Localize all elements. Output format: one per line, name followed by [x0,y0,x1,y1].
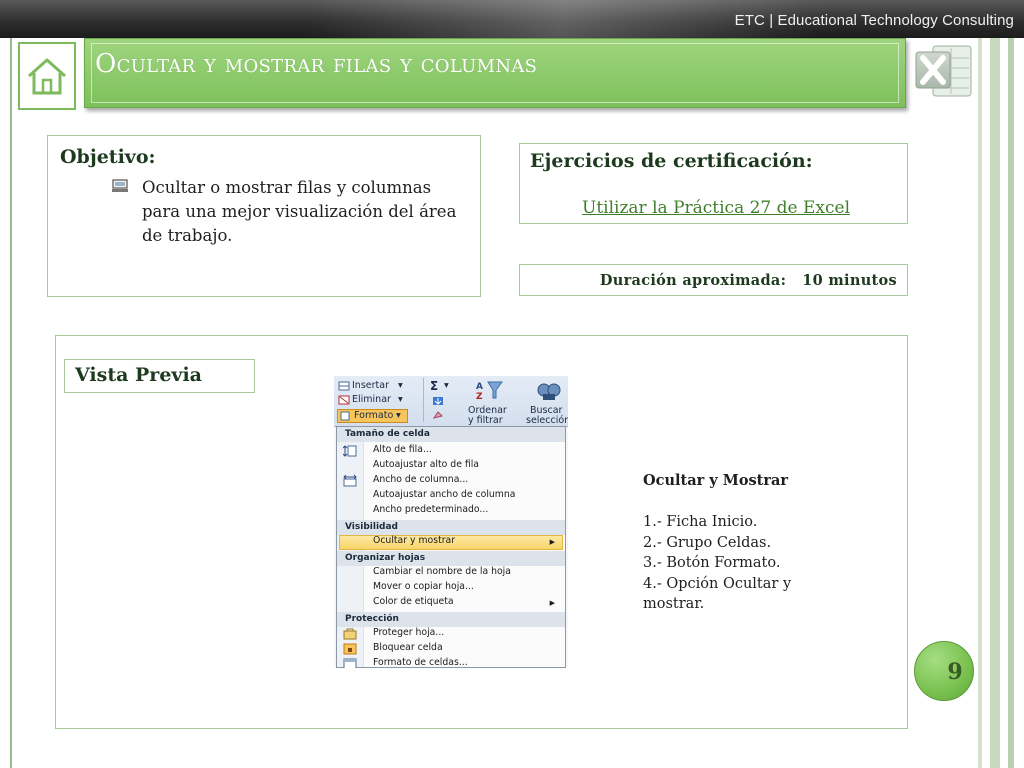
menu-item-ancho-columna[interactable]: Ancho de columna... [373,474,468,485]
menu-item-alto-fila[interactable]: Alto de fila... [373,444,432,455]
page-title: Ocultar y mostrar filas y columnas [95,49,538,79]
svg-text:Z: Z [476,392,483,401]
submenu-arrow-icon: ▶ [549,538,555,546]
objetivo-box: Objetivo: Ocultar o mostrar filas y colu… [47,135,481,297]
menu-item-ocultar-mostrar[interactable]: Ocultar y mostrar [373,535,455,546]
menu-item-mover-copiar[interactable]: Mover o copiar hoja... [373,581,474,592]
objetivo-heading: Objetivo: [60,146,156,168]
page-number-badge: 9 [914,641,974,701]
excel-logo-icon [915,45,972,97]
eliminar-label: Eliminar [352,394,391,405]
submenu-arrow-icon: ▶ [549,599,555,607]
vista-previa-label-box: Vista Previa [64,359,255,393]
fill-icon [433,397,443,405]
ejercicios-heading: Ejercicios de certificación: [530,150,813,172]
step-item: 3.- Botón Formato. [643,555,781,571]
home-button[interactable] [18,42,76,110]
steps-title: Ocultar y Mostrar [643,472,789,489]
menu-item-autoajustar-alto[interactable]: Autoajustar alto de fila [373,459,479,470]
lock-cell-icon [343,643,357,655]
left-border-line [10,38,12,768]
menu-section-header: Protección [337,612,565,627]
excel-format-menu-screenshot: Insertar ▾ Eliminar ▾ Formato ▾ Σ ▾ A Z … [334,376,568,668]
title-bar: Ocultar y mostrar filas y columnas [84,38,906,108]
formato-label: Formato [354,410,394,421]
menu-item-formato-celdas[interactable]: Formato de celdas... [373,657,468,668]
ribbon-cells-group: Insertar ▾ Eliminar ▾ Formato ▾ Σ ▾ A Z … [334,376,568,427]
menu-section-header: Organizar hojas [337,551,565,566]
practica-link[interactable]: Utilizar la Práctica 27 de Excel [582,198,850,218]
format-cells-dialog-icon [343,658,357,668]
menu-item-ancho-predeterminado[interactable]: Ancho predeterminado... [373,504,488,515]
protect-sheet-icon [343,628,357,640]
duracion-box: Duración aproximada: 10 minutos [519,264,908,296]
menu-item-bloquear-celda[interactable]: Bloquear celda [373,642,443,653]
sort-filter-icon: A Z [476,381,503,401]
duracion-text: Duración aproximada: 10 minutos [599,272,897,289]
home-icon [28,58,66,95]
page-number: 9 [947,659,963,685]
formato-dropdown-menu: Tamaño de celda Alto de fila... Autoajus… [336,426,566,668]
delete-cells-icon [338,395,350,405]
step-item: 4.- Opción Ocultar y mostrar. [643,575,792,613]
clear-icon [432,411,443,419]
row-height-icon [343,445,357,457]
insertar-label: Insertar [352,380,389,391]
format-cells-icon [340,411,350,421]
autosum-icon: Σ [430,379,439,393]
filtrar-label: y filtrar [468,415,503,426]
menu-item-cambiar-nombre[interactable]: Cambiar el nombre de la hoja [373,566,511,577]
computer-bullet-icon [112,179,128,192]
vista-previa-heading: Vista Previa [75,364,202,386]
svg-text:A: A [476,382,483,392]
brand-text: ETC | Educational Technology Consulting [734,12,1014,29]
menu-item-color-etiqueta[interactable]: Color de etiqueta [373,596,454,607]
menu-item-autoajustar-ancho[interactable]: Autoajustar ancho de columna [373,489,515,500]
menu-item-proteger-hoja[interactable]: Proteger hoja... [373,627,444,638]
insert-cells-icon [338,381,350,391]
ejercicios-box: Ejercicios de certificación: Utilizar la… [519,143,908,224]
menu-section-header: Tamaño de celda [337,427,565,442]
step-item: 2.- Grupo Celdas. [643,534,772,551]
column-width-icon [343,475,357,487]
step-item: 1.- Ficha Inicio. [643,514,758,530]
steps-list: 1.- Ficha Inicio. 2.- Grupo Celdas. 3.- … [643,512,833,615]
right-border-line [1008,38,1014,768]
menu-section-header: Visibilidad [337,520,565,535]
objetivo-text: Ocultar o mostrar filas y columnas para … [142,178,457,245]
seleccion-label: selección [526,415,568,426]
find-select-icon [537,383,561,400]
